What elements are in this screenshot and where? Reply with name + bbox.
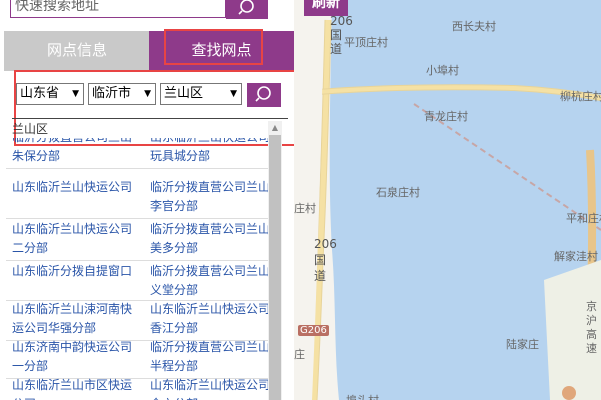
search-icon xyxy=(255,86,271,102)
place-label: 陆家庄 xyxy=(506,338,539,351)
outlet-link[interactable]: 临沂分拨直营公司兰山李官分部 xyxy=(144,178,270,216)
map-canvas xyxy=(294,0,601,400)
district-value: 兰山区 xyxy=(164,86,204,101)
place-label: 柳杭庄村 xyxy=(560,90,601,103)
place-label: 石泉庄村 xyxy=(376,186,420,199)
poi-marker-icon xyxy=(562,386,576,400)
outlet-link[interactable]: 山东临沂分拨自提窗口 xyxy=(6,262,132,281)
place-label: 平和庄村 xyxy=(566,212,601,225)
search-bar xyxy=(0,0,294,22)
place-label: 解家洼村 xyxy=(554,250,598,263)
dropdown-arrow-icon: ▼ xyxy=(72,89,79,99)
dropdown-arrow-icon: ▼ xyxy=(144,89,151,99)
outlet-link[interactable]: 山东临沂兰山快运公司 xyxy=(6,178,132,197)
list-row: 山东临沂兰山快运公司二分部 临沂分拨直营公司兰山美多分部 xyxy=(6,220,270,261)
search-input[interactable] xyxy=(10,0,226,18)
scroll-up-arrow-icon[interactable]: ▲ xyxy=(268,121,282,135)
outlet-list: 临沂分拨直营公司兰山朱保分部 山东临沂兰山快运公司玩具城分部 山东临沂兰山快运公… xyxy=(6,138,270,400)
road-badge-g206: G206 xyxy=(298,325,329,336)
map-view[interactable]: 刷新 206国道 206国道 G206 平顶庄村 西长夫村 小埠村 柳杭庄村 青… xyxy=(294,0,601,400)
tab-outlet-info[interactable]: 网点信息 xyxy=(4,31,150,71)
dropdown-arrow-icon: ▼ xyxy=(230,89,237,99)
list-header: 兰山区 xyxy=(12,118,288,137)
tab-find-outlet[interactable]: 查找网点 xyxy=(149,31,294,71)
outlet-link[interactable]: 山东临沂兰山快运公司玩具城分部 xyxy=(144,138,270,166)
road-label-206-lower: 206国道 xyxy=(314,237,337,283)
district-select[interactable]: 兰山区 ▼ xyxy=(160,83,242,105)
place-label: 小埠村 xyxy=(426,64,459,77)
list-scrollbar[interactable]: ▲ xyxy=(268,121,282,400)
province-select[interactable]: 山东省 ▼ xyxy=(16,83,84,105)
place-label: 青龙庄村 xyxy=(424,110,468,123)
region-filter: 山东省 ▼ 临沂市 ▼ 兰山区 ▼ xyxy=(14,83,286,111)
outlet-link[interactable]: 临沂分拨直营公司兰山半程分部 xyxy=(144,338,270,376)
scroll-thumb[interactable] xyxy=(269,135,281,400)
outlet-link[interactable]: 山东临沂兰山涑河南快运公司华强分部 xyxy=(6,300,132,338)
outlet-link[interactable]: 山东济南中韵快运公司一分部 xyxy=(6,338,132,376)
place-label: 庄村 xyxy=(294,202,316,215)
list-row: 临沂分拨直营公司兰山朱保分部 山东临沂兰山快运公司玩具城分部 xyxy=(6,138,270,169)
road-label-206: 206国道 xyxy=(330,14,353,56)
search-icon xyxy=(238,0,254,15)
search-button[interactable] xyxy=(226,0,268,19)
outlet-link[interactable]: 山东临沂兰山快运公司香江分部 xyxy=(144,300,270,338)
place-label-fragment: 庄 xyxy=(294,348,305,361)
outlet-link[interactable]: 山东临沂兰山快运公司二分部 xyxy=(6,220,132,258)
place-label: 埠头村 xyxy=(346,392,379,400)
list-row: 山东临沂分拨自提窗口 临沂分拨直营公司兰山义堂分部 xyxy=(6,262,270,301)
province-value: 山东省 xyxy=(20,86,60,101)
outlet-link[interactable]: 山东临沂兰山快运公司金六分部 xyxy=(144,376,270,400)
filter-search-button[interactable] xyxy=(247,83,281,107)
left-panel: 网点信息 查找网点 山东省 ▼ 临沂市 ▼ 兰山区 ▼ 兰山区 临沂分拨直营公司… xyxy=(0,0,294,400)
highway-label: 京沪高速 xyxy=(586,300,597,355)
outlet-link[interactable]: 山东临沂兰山市区快运公司 xyxy=(6,376,132,400)
place-label: 平顶庄村 xyxy=(344,36,388,49)
place-label: 西长夫村 xyxy=(452,20,496,33)
list-row: 山东临沂兰山涑河南快运公司华强分部 山东临沂兰山快运公司香江分部 xyxy=(6,300,270,341)
outlet-link[interactable]: 临沂分拨直营公司兰山义堂分部 xyxy=(144,262,270,300)
list-row: 山东济南中韵快运公司一分部 临沂分拨直营公司兰山半程分部 xyxy=(6,338,270,379)
city-select[interactable]: 临沂市 ▼ xyxy=(88,83,156,105)
outlet-link[interactable]: 临沂分拨直营公司兰山美多分部 xyxy=(144,220,270,258)
tab-bar: 网点信息 查找网点 xyxy=(2,31,294,71)
outlet-link[interactable]: 临沂分拨直营公司兰山朱保分部 xyxy=(6,138,132,166)
city-value: 临沂市 xyxy=(92,86,132,101)
list-row: 山东临沂兰山市区快运公司 山东临沂兰山快运公司金六分部 xyxy=(6,376,270,400)
list-row: 山东临沂兰山快运公司 临沂分拨直营公司兰山李官分部 xyxy=(6,178,270,219)
